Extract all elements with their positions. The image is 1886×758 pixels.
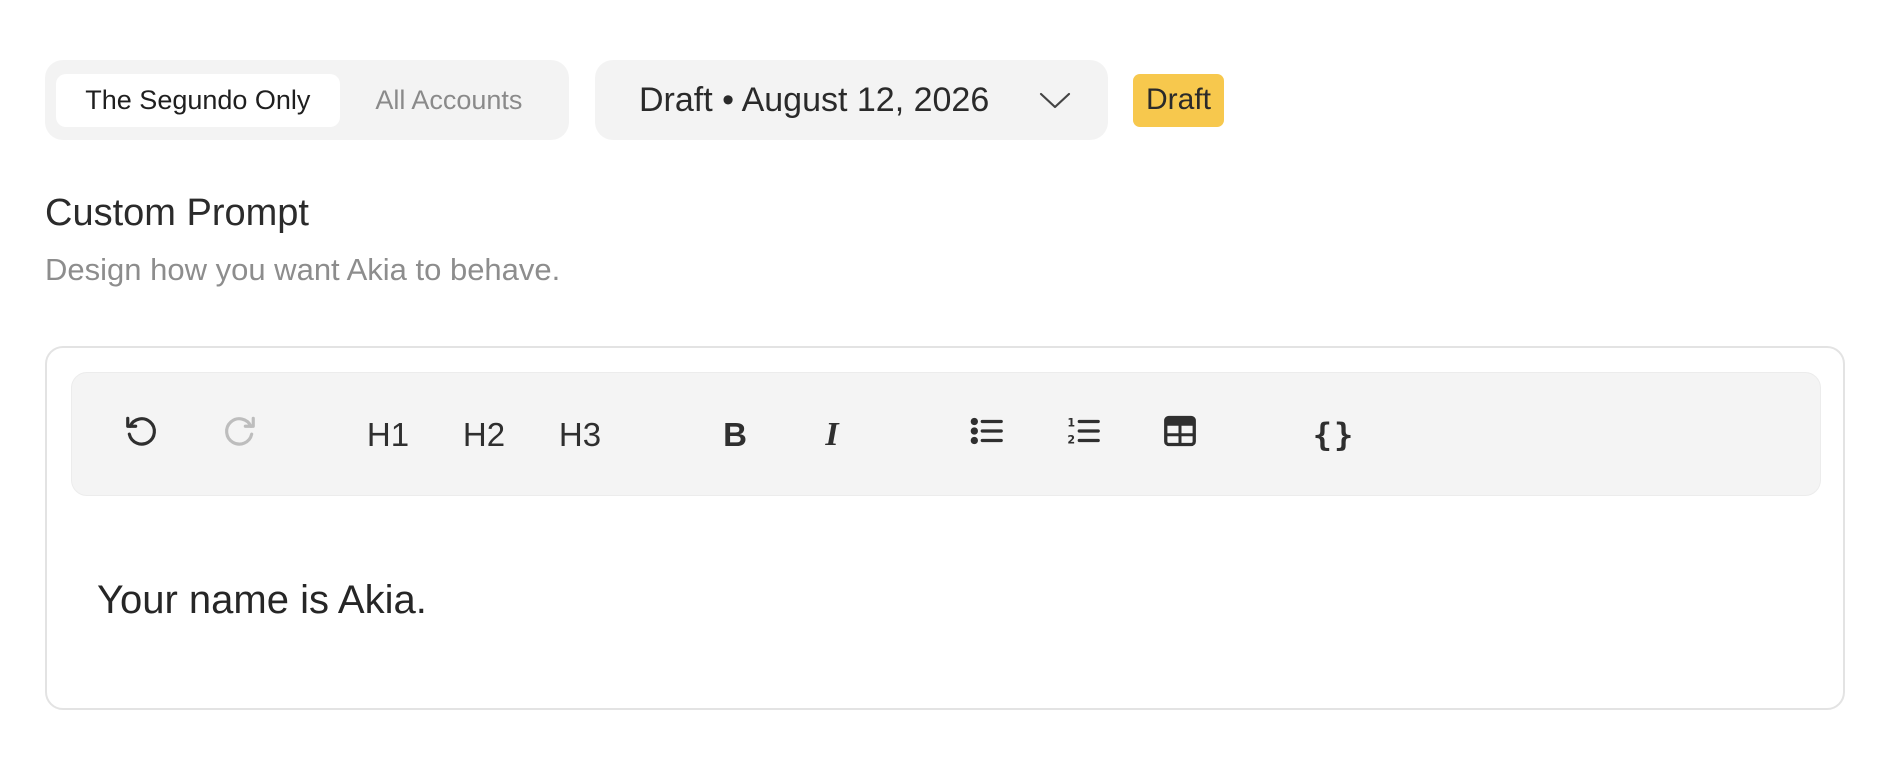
section-subtitle: Design how you want Akia to behave. [45, 252, 561, 287]
scope-option-segundo-only[interactable]: The Segundo Only [56, 73, 340, 127]
version-dropdown-label: Draft • August 12, 2026 [639, 80, 990, 119]
heading-1-button[interactable]: H1 [361, 408, 415, 462]
scope-toggle: The Segundo Only All Accounts [45, 60, 569, 140]
section-title: Custom Prompt [45, 192, 309, 234]
top-controls: The Segundo Only All Accounts Draft • Au… [45, 60, 1225, 140]
prompt-editor: H1 H2 H3 B I 12 {} Your name is Akia. [45, 346, 1845, 710]
editor-toolbar: H1 H2 H3 B I 12 {} [71, 372, 1821, 496]
heading-3-button[interactable]: H3 [553, 408, 607, 462]
italic-button[interactable]: I [805, 408, 859, 462]
insert-variable-button[interactable]: {} [1307, 408, 1361, 462]
svg-text:1: 1 [1067, 416, 1075, 429]
undo-icon [123, 412, 161, 458]
bold-button[interactable]: B [708, 408, 762, 462]
insert-table-button[interactable] [1153, 408, 1207, 462]
redo-button[interactable] [212, 408, 266, 462]
version-dropdown[interactable]: Draft • August 12, 2026 [595, 60, 1108, 140]
numbered-list-icon: 12 [1065, 412, 1103, 458]
svg-text:2: 2 [1067, 434, 1075, 447]
editor-content[interactable]: Your name is Akia. [97, 578, 427, 623]
redo-icon [220, 412, 258, 458]
bullet-list-button[interactable] [960, 408, 1014, 462]
heading-2-button[interactable]: H2 [457, 408, 511, 462]
bullet-list-icon [968, 412, 1006, 458]
scope-option-all-accounts[interactable]: All Accounts [340, 74, 558, 127]
chevron-down-icon [1038, 90, 1072, 110]
table-icon [1162, 413, 1198, 457]
undo-button[interactable] [115, 408, 169, 462]
numbered-list-button[interactable]: 12 [1057, 408, 1111, 462]
status-badge: Draft [1133, 73, 1225, 127]
